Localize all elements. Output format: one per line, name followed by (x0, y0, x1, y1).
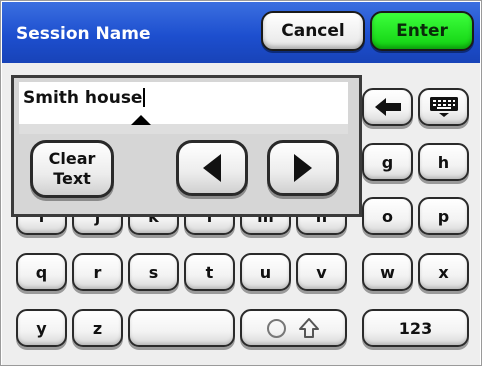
space-key[interactable] (128, 309, 235, 347)
key-h[interactable]: h (418, 143, 469, 181)
shift-lock-indicator (267, 318, 286, 338)
right-arrow-icon (294, 154, 312, 182)
shift-key[interactable] (240, 309, 347, 347)
backspace-key[interactable] (362, 88, 413, 126)
key-v[interactable]: v (296, 253, 347, 291)
key-y[interactable]: y (16, 309, 67, 347)
session-name-dialog: Session Name Cancel Enter i j k l m n g … (0, 0, 482, 366)
key-z[interactable]: z (72, 309, 123, 347)
caret-marker-icon (131, 115, 151, 125)
input-text: Smith house (23, 88, 143, 108)
cancel-button[interactable]: Cancel (261, 11, 365, 51)
key-q[interactable]: q (16, 253, 67, 291)
clear-label-line2: Text (53, 169, 91, 188)
clear-text-button[interactable]: Clear Text (30, 140, 114, 198)
key-x[interactable]: x (418, 253, 469, 291)
key-u[interactable]: u (240, 253, 291, 291)
keyboard-hide-key[interactable] (418, 88, 469, 126)
numbers-key[interactable]: 123 (362, 309, 469, 347)
text-cursor (143, 88, 146, 107)
caret-track (19, 115, 348, 134)
session-name-input[interactable]: Smith house (19, 82, 348, 124)
enter-button[interactable]: Enter (370, 11, 474, 51)
key-p[interactable]: p (418, 197, 469, 235)
key-w[interactable]: w (362, 253, 413, 291)
key-o[interactable]: o (362, 197, 413, 235)
keyboard-icon (429, 97, 458, 117)
header-bar: Session Name Cancel Enter (2, 2, 480, 63)
clear-label-line1: Clear (48, 149, 96, 168)
shift-icon (299, 318, 319, 338)
dialog-title: Session Name (16, 24, 151, 44)
cursor-right-button[interactable] (267, 140, 339, 196)
key-g[interactable]: g (362, 143, 413, 181)
text-entry-panel: Smith house Clear Text (11, 75, 362, 217)
key-r[interactable]: r (72, 253, 123, 291)
cursor-left-button[interactable] (176, 140, 248, 196)
backspace-icon (374, 98, 401, 116)
key-s[interactable]: s (128, 253, 179, 291)
key-t[interactable]: t (184, 253, 235, 291)
left-arrow-icon (203, 154, 221, 182)
